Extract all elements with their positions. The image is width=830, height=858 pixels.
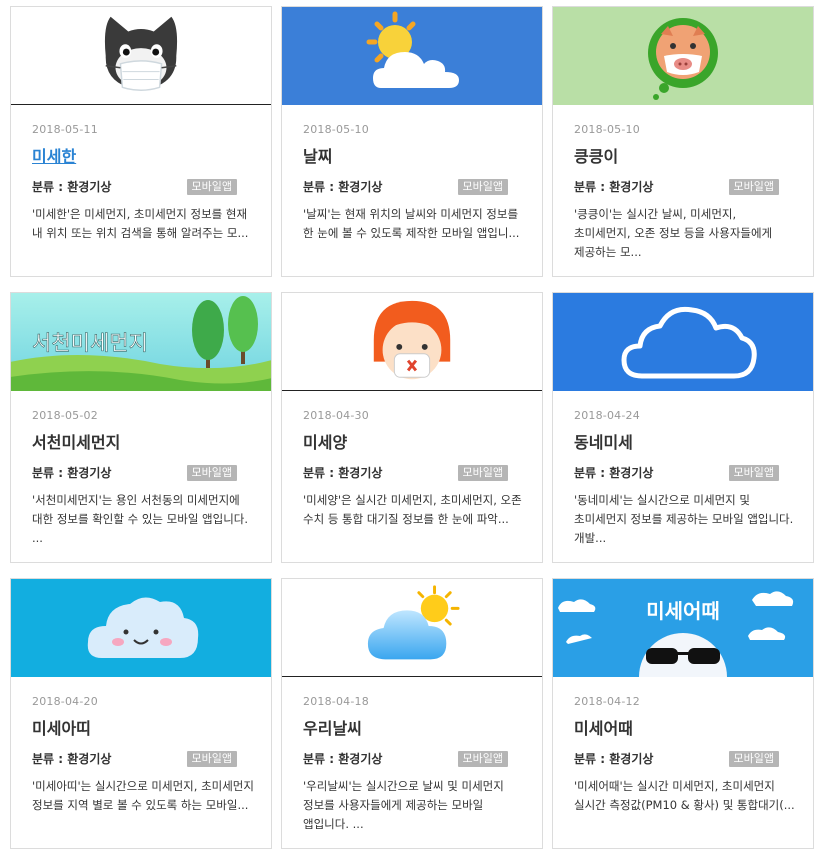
card-category: 분류 : 환경기상	[303, 180, 383, 194]
card-meta: 2018-04-24 동네미세 분류 : 환경기상 모바일앱 '동네미세'는 실…	[574, 409, 793, 548]
card-date: 2018-04-24	[574, 409, 640, 422]
category-row: 분류 : 환경기상 모바일앱	[32, 462, 251, 481]
mobile-app-badge: 모바일앱	[457, 465, 508, 481]
category-row: 분류 : 환경기상 모바일앱	[32, 748, 251, 767]
card-title-link[interactable]: 서천미세먼지	[32, 432, 251, 454]
app-card[interactable]: 미세어때 2018-04-12 미세어때 분류 : 환경기상 모바일앱 '미세어…	[552, 578, 814, 849]
category-row: 분류 : 환경기상 모바일앱	[574, 462, 793, 481]
card-date: 2018-04-20	[32, 695, 98, 708]
pig-with-mask-icon[interactable]	[553, 7, 813, 105]
cat-with-mask-icon[interactable]	[11, 7, 271, 105]
card-category: 분류 : 환경기상	[303, 752, 383, 766]
card-description: '우리날씨'는 실시간으로 날씨 및 미세먼지 정보를 사용자들에게 제공하는 …	[303, 779, 504, 831]
card-description: '동네미세'는 실시간으로 미세먼지 및 초미세먼지 정보를 제공하는 모바일 …	[574, 493, 794, 545]
card-meta: 2018-04-18 우리날씨 분류 : 환경기상 모바일앱 '우리날씨'는 실…	[303, 695, 522, 834]
app-card[interactable]: 2018-04-20 미세아띠 분류 : 환경기상 모바일앱 '미세아띠'는 실…	[10, 578, 272, 849]
mobile-app-badge: 모바일앱	[186, 179, 237, 195]
card-description: '미세한'은 미세먼지, 초미세먼지 정보를 현재 내 위치 또는 위치 검색을…	[32, 207, 249, 240]
card-meta: 2018-05-11 미세한 분류 : 환경기상 모바일앱 '미세한'은 미세먼…	[32, 123, 251, 243]
sun-cloud-icon[interactable]	[282, 7, 542, 105]
category-row: 분류 : 환경기상 모바일앱	[303, 462, 522, 481]
mobile-app-badge: 모바일앱	[186, 465, 237, 481]
card-date: 2018-05-10	[303, 123, 369, 136]
card-meta: 2018-04-12 미세어때 분류 : 환경기상 모바일앱 '미세어때'는 실…	[574, 695, 795, 815]
app-card[interactable]: 2018-04-18 우리날씨 분류 : 환경기상 모바일앱 '우리날씨'는 실…	[281, 578, 543, 849]
card-date: 2018-04-12	[574, 695, 640, 708]
mobile-app-badge: 모바일앱	[186, 751, 237, 767]
card-category: 분류 : 환경기상	[32, 752, 112, 766]
card-date: 2018-04-18	[303, 695, 369, 708]
card-description: '미세아띠'는 실시간으로 미세먼지, 초미세먼지 정보를 지역 별로 볼 수 …	[32, 779, 254, 812]
card-date: 2018-04-30	[303, 409, 369, 422]
card-category: 분류 : 환경기상	[32, 466, 112, 480]
card-date: 2018-05-11	[32, 123, 98, 136]
card-title-link[interactable]: 우리날씨	[303, 718, 522, 740]
category-row: 분류 : 환경기상 모바일앱	[303, 176, 522, 195]
cloud-outline-icon[interactable]	[553, 293, 813, 391]
card-description: '날찌'는 현재 위치의 날씨와 미세먼지 정보를 한 눈에 볼 수 있도록 제…	[303, 207, 520, 240]
card-title-link[interactable]: 미세아띠	[32, 718, 251, 740]
card-title-link[interactable]: 미세한	[32, 146, 251, 168]
mobile-app-badge: 모바일앱	[728, 465, 779, 481]
card-meta: 2018-05-10 날찌 분류 : 환경기상 모바일앱 '날찌'는 현재 위치…	[303, 123, 522, 243]
card-description: '미세양'은 실시간 미세먼지, 초미세먼지, 오존 수치 등 통합 대기질 정…	[303, 493, 522, 526]
card-category: 분류 : 환경기상	[574, 180, 654, 194]
app-card[interactable]: 2018-05-10 킁킁이 분류 : 환경기상 모바일앱 '킁킁이'는 실시간…	[552, 6, 814, 277]
card-title-link[interactable]: 미세양	[303, 432, 522, 454]
face-sunglasses-banner[interactable]: 미세어때	[553, 579, 813, 677]
banner-text: 서천미세먼지	[32, 331, 148, 355]
mobile-app-badge: 모바일앱	[457, 179, 508, 195]
mobile-app-badge: 모바일앱	[457, 751, 508, 767]
card-category: 분류 : 환경기상	[303, 466, 383, 480]
card-date: 2018-05-10	[574, 123, 640, 136]
card-category: 분류 : 환경기상	[574, 466, 654, 480]
card-title-link[interactable]: 동네미세	[574, 432, 793, 454]
card-category: 분류 : 환경기상	[574, 752, 654, 766]
card-meta: 2018-05-02 서천미세먼지 분류 : 환경기상 모바일앱 '서천미세먼지…	[32, 409, 251, 548]
card-meta: 2018-04-20 미세아띠 분류 : 환경기상 모바일앱 '미세아띠'는 실…	[32, 695, 254, 815]
card-meta: 2018-04-30 미세양 분류 : 환경기상 모바일앱 '미세양'은 실시간…	[303, 409, 522, 529]
card-description: '서천미세먼지'는 용인 서천동의 미세먼지에 대한 정보를 확인할 수 있는 …	[32, 493, 249, 545]
card-date: 2018-05-02	[32, 409, 98, 422]
card-title-link[interactable]: 날찌	[303, 146, 522, 168]
card-description: '미세어때'는 실시간 미세먼지, 초미세먼지 실시간 측정값(PM10 & 황…	[574, 779, 795, 812]
banner-text: 미세어때	[646, 599, 720, 623]
card-title-link[interactable]: 미세어때	[574, 718, 793, 740]
girl-with-mask-icon[interactable]	[282, 293, 542, 391]
category-row: 분류 : 환경기상 모바일앱	[574, 748, 793, 767]
app-card[interactable]: 서천미세먼지 2018-05-02 서천미세먼지 분류 : 환경기상 모바일앱 …	[10, 292, 272, 563]
app-card[interactable]: 2018-04-30 미세양 분류 : 환경기상 모바일앱 '미세양'은 실시간…	[281, 292, 543, 563]
mobile-app-badge: 모바일앱	[728, 751, 779, 767]
app-card[interactable]: 2018-05-10 날찌 분류 : 환경기상 모바일앱 '날찌'는 현재 위치…	[281, 6, 543, 277]
card-description: '킁킁이'는 실시간 날씨, 미세먼지, 초미세먼지, 오존 정보 등을 사용자…	[574, 207, 773, 259]
category-row: 분류 : 환경기상 모바일앱	[303, 748, 522, 767]
cloud-sun-icon[interactable]	[282, 579, 542, 677]
category-row: 분류 : 환경기상 모바일앱	[32, 176, 251, 195]
card-title-link[interactable]: 킁킁이	[574, 146, 793, 168]
app-card[interactable]: 2018-04-24 동네미세 분류 : 환경기상 모바일앱 '동네미세'는 실…	[552, 292, 814, 563]
smiling-cloud-icon[interactable]	[11, 579, 271, 677]
hills-trees-banner[interactable]: 서천미세먼지	[11, 293, 271, 391]
category-row: 분류 : 환경기상 모바일앱	[574, 176, 793, 195]
card-category: 분류 : 환경기상	[32, 180, 112, 194]
card-meta: 2018-05-10 킁킁이 분류 : 환경기상 모바일앱 '킁킁이'는 실시간…	[574, 123, 793, 262]
app-card[interactable]: 2018-05-11 미세한 분류 : 환경기상 모바일앱 '미세한'은 미세먼…	[10, 6, 272, 277]
mobile-app-badge: 모바일앱	[728, 179, 779, 195]
